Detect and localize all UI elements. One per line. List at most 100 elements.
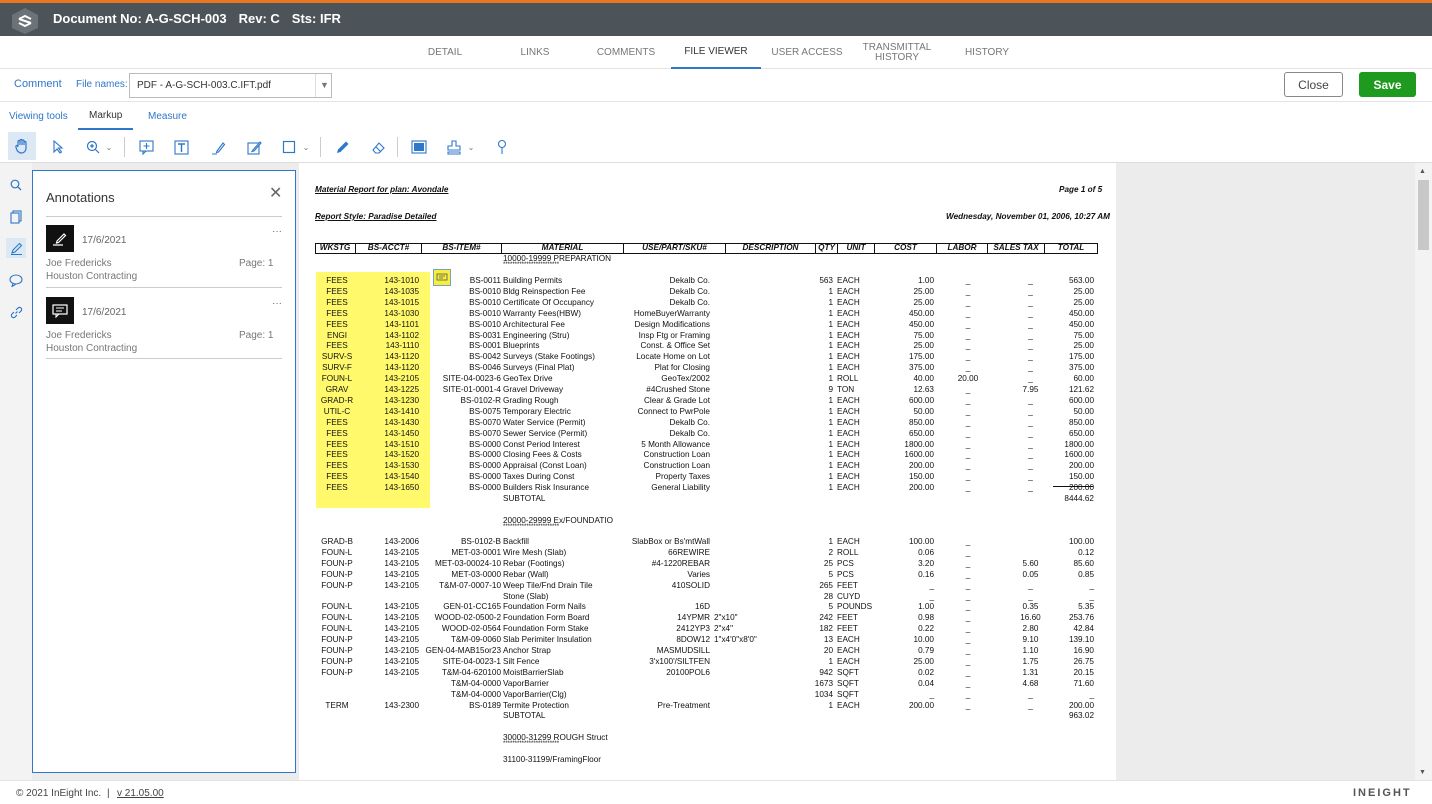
table-cell: 143-1225 <box>384 385 419 394</box>
comment-link[interactable]: Comment <box>14 78 62 90</box>
table-cell: 16D <box>694 602 710 612</box>
pen-underline-icon[interactable] <box>205 134 231 160</box>
table-cell: EACH <box>837 439 860 449</box>
select-arrow-icon[interactable] <box>45 134 71 160</box>
tab-history[interactable]: HISTORY <box>958 36 1016 69</box>
table-cell: SQFT <box>837 667 859 677</box>
eraser-icon[interactable] <box>365 134 391 160</box>
annotation-item[interactable]: 17/6/2021 ··· Joe Fredericks Page: 1 Hou… <box>33 288 295 358</box>
table-cell: FEES <box>326 428 348 438</box>
close-icon[interactable]: ✕ <box>269 183 282 203</box>
table-cell: _ <box>965 483 971 493</box>
table-cell: 5.35 <box>1078 602 1094 612</box>
annotation-page: Page: 1 <box>239 330 274 341</box>
more-icon[interactable]: ··· <box>272 226 282 237</box>
table-cell: _ <box>965 537 971 546</box>
table-cell: 0.04 <box>918 678 934 688</box>
table-cell: Building Permits <box>503 276 563 285</box>
pin-icon[interactable] <box>489 134 515 160</box>
tab-markup[interactable]: Markup <box>89 110 122 121</box>
table-cell: _ <box>965 319 971 329</box>
text-box-icon[interactable] <box>168 134 194 160</box>
tab-comments[interactable]: COMMENTS <box>591 36 661 69</box>
file-select[interactable]: PDF - A-G-SCH-003.C.IFT.pdf ▼ <box>129 73 332 98</box>
table-cell: FEET <box>837 580 858 590</box>
table-cell: Temporary Electric <box>503 406 571 416</box>
table-cell: Insp Ftg or Framing <box>638 330 710 340</box>
table-cell: 1 <box>828 395 833 405</box>
table-cell: _ <box>965 689 971 699</box>
comments-icon[interactable] <box>6 270 26 290</box>
annotation-author: Joe Fredericks <box>46 330 112 341</box>
chevron-down-icon[interactable]: ⌄ <box>464 134 478 160</box>
table-cell: Closing Fees & Costs <box>503 450 582 460</box>
tab-transmittal-history[interactable]: TRANSMITTAL HISTORY <box>860 36 934 69</box>
pan-hand-icon[interactable] <box>8 132 36 160</box>
tab-file-viewer[interactable]: FILE VIEWER <box>671 36 761 69</box>
chevron-down-icon[interactable]: ⌄ <box>299 134 313 160</box>
table-cell: 12.63 <box>913 385 935 394</box>
table-cell: EACH <box>837 341 860 351</box>
table-cell: 1 <box>828 656 833 666</box>
table-cell: 200.00 <box>908 461 934 471</box>
table-cell: 265 <box>819 580 833 590</box>
chevron-down-icon[interactable]: ⌄ <box>102 134 116 160</box>
table-cell: 143-1010 <box>384 276 419 285</box>
tab-measure[interactable]: Measure <box>148 111 187 122</box>
image-icon[interactable] <box>406 134 432 160</box>
table-cell: 139.10 <box>1068 635 1094 645</box>
app-logo-icon[interactable] <box>10 7 40 35</box>
table-cell: FOUN-P <box>321 569 353 579</box>
pencil-icon[interactable] <box>329 134 355 160</box>
table-cell: FEES <box>326 276 348 285</box>
scrollbar[interactable]: ▲ ▼ <box>1415 163 1432 780</box>
table-cell: SlabBox or Bs'mtWall <box>631 537 710 546</box>
table-cell: EACH <box>837 297 860 307</box>
signature-annotation-icon <box>46 225 74 252</box>
table-cell: 143-1120 <box>385 352 419 362</box>
annotation-item[interactable]: 17/6/2021 ··· Joe Fredericks Page: 1 Hou… <box>33 217 295 287</box>
document-page[interactable]: Material Report for plan: Avondale Page … <box>299 163 1116 780</box>
table-cell: 25 <box>823 558 833 568</box>
table-cell: Sewer Service (Permit) <box>503 428 588 438</box>
toolbar-divider <box>397 137 398 157</box>
table-cell: EACH <box>837 428 860 438</box>
table-cell: EACH <box>837 472 860 482</box>
more-icon[interactable]: ··· <box>272 298 282 309</box>
tab-user-access[interactable]: USER ACCESS <box>768 36 846 69</box>
table-cell: 143-1110 <box>385 341 419 351</box>
table-row: TERM 143-2300 BS-0189 Termite Protection Pre… <box>299 701 1116 712</box>
scrollbar-thumb[interactable] <box>1418 180 1429 250</box>
table-row: FOUN-L 143-2105 SITE-04-0023-6 GeoTex Drive… <box>299 374 1116 385</box>
report-title: Material Report for plan: Avondale <box>315 185 449 194</box>
table-cell: GRAD-R <box>320 395 354 405</box>
save-button[interactable]: Save <box>1359 72 1416 97</box>
add-comment-icon[interactable] <box>133 134 159 160</box>
table-cell: PCS <box>837 569 854 579</box>
table-cell: EACH <box>837 461 860 471</box>
table-cell: FEES <box>326 472 348 482</box>
markup-pen-icon[interactable] <box>6 238 26 258</box>
table-cell: GeoTex Drive <box>503 374 553 384</box>
table-row: SURV-S 143-1120 BS-0042 Surveys (Stake Foot… <box>299 352 1116 363</box>
table-cell: 1 <box>828 700 833 710</box>
table-cell: Grading Rough <box>503 395 559 405</box>
close-button[interactable]: Close <box>1284 72 1343 97</box>
doc-number: Document No: A-G-SCH-003 <box>53 11 227 26</box>
table-row: Stone (Slab) 28 CUYD _ _ _ _ <box>299 592 1116 603</box>
version-link[interactable]: v 21.05.00 <box>117 788 164 799</box>
table-header-labels: WKSTG BS-ACCT# BS-ITEM# MATERIAL USE/PART/SK… <box>299 243 1116 254</box>
pages-icon[interactable] <box>6 207 26 227</box>
search-icon[interactable] <box>6 175 26 195</box>
column-header: LABOR <box>936 243 987 254</box>
table-cell: ROLL <box>837 547 859 557</box>
tab-viewing-tools[interactable]: Viewing tools <box>9 111 68 122</box>
signature-pen-icon[interactable] <box>241 134 267 160</box>
tab-detail[interactable]: DETAIL <box>415 36 475 69</box>
table-cell: 0.79 <box>918 646 934 655</box>
scroll-down-icon[interactable]: ▼ <box>1419 769 1426 776</box>
tab-links[interactable]: LINKS <box>505 36 565 69</box>
scroll-up-icon[interactable]: ▲ <box>1419 168 1426 175</box>
link-icon[interactable] <box>6 302 26 322</box>
table-row: FEES 143-1540 BS-0000 Taxes During Const Pro… <box>299 472 1116 483</box>
